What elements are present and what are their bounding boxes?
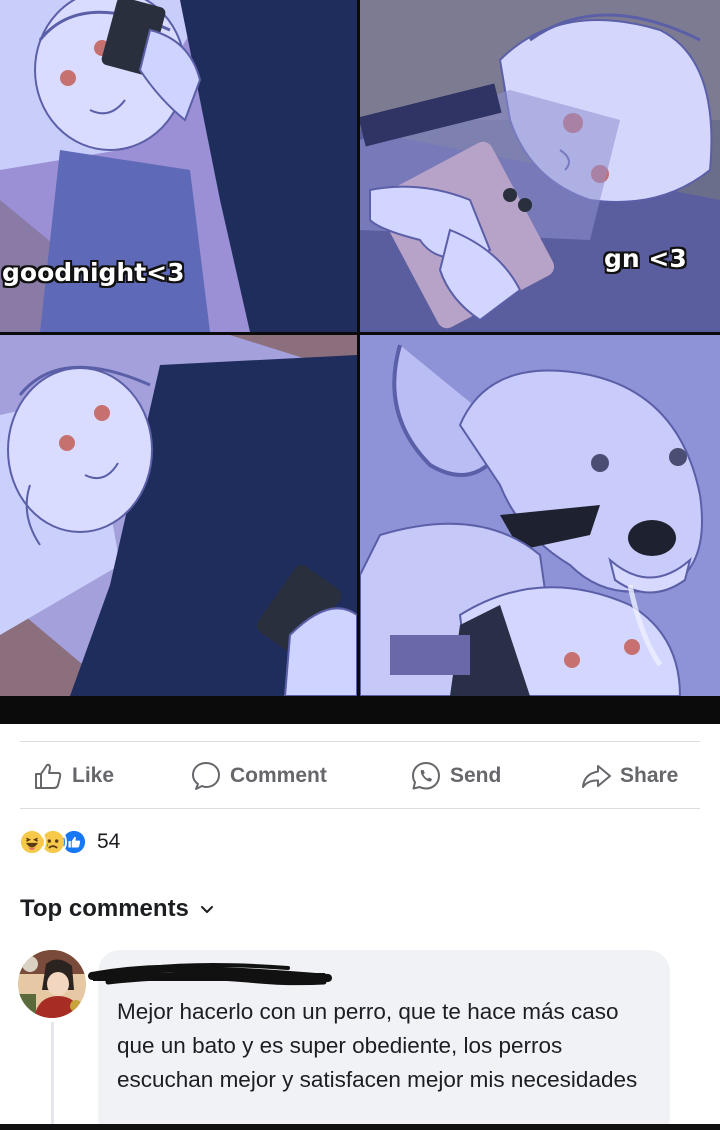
meme-panel-4 xyxy=(360,335,720,696)
panel-caption: gn <3 xyxy=(604,244,687,273)
comment-sort-dropdown[interactable]: Top comments xyxy=(20,895,215,923)
panel-caption: goodnight<3 xyxy=(2,258,185,287)
commenter-avatar[interactable] xyxy=(18,950,86,1018)
like-button[interactable]: Like xyxy=(32,760,114,792)
send-label: Send xyxy=(450,764,502,787)
thread-line xyxy=(51,1022,54,1130)
speech-bubble-icon xyxy=(192,762,220,790)
bottom-edge xyxy=(0,1124,720,1130)
post-action-bar: Like Comment Send Share xyxy=(0,742,720,808)
like-label: Like xyxy=(72,764,115,787)
share-arrow-icon xyxy=(582,765,611,788)
meme-panel-1: goodnight<3 xyxy=(0,0,357,332)
share-label: Share xyxy=(620,764,679,787)
divider xyxy=(20,808,700,809)
comment-button[interactable]: Comment xyxy=(190,760,327,792)
meme-panel-3 xyxy=(0,335,357,696)
thumbs-up-icon xyxy=(35,763,62,789)
send-button[interactable]: Send xyxy=(410,760,501,792)
reactions-summary[interactable]: 54 xyxy=(18,828,120,856)
redacted-author-name xyxy=(88,963,332,986)
share-button[interactable]: Share xyxy=(580,760,678,792)
reaction-count: 54 xyxy=(97,830,121,853)
whatsapp-icon xyxy=(412,762,440,790)
meme-image[interactable]: goodnight<3 gn <3 xyxy=(0,0,720,724)
haha-reaction-icon xyxy=(18,828,46,856)
comment-sort-label: Top comments xyxy=(20,895,189,922)
comment-label: Comment xyxy=(230,764,327,787)
meme-panel-2: gn <3 xyxy=(360,0,720,332)
chevron-down-icon xyxy=(200,906,213,913)
comment-text: Mejor hacerlo con un perro, que te hace … xyxy=(117,999,638,1092)
